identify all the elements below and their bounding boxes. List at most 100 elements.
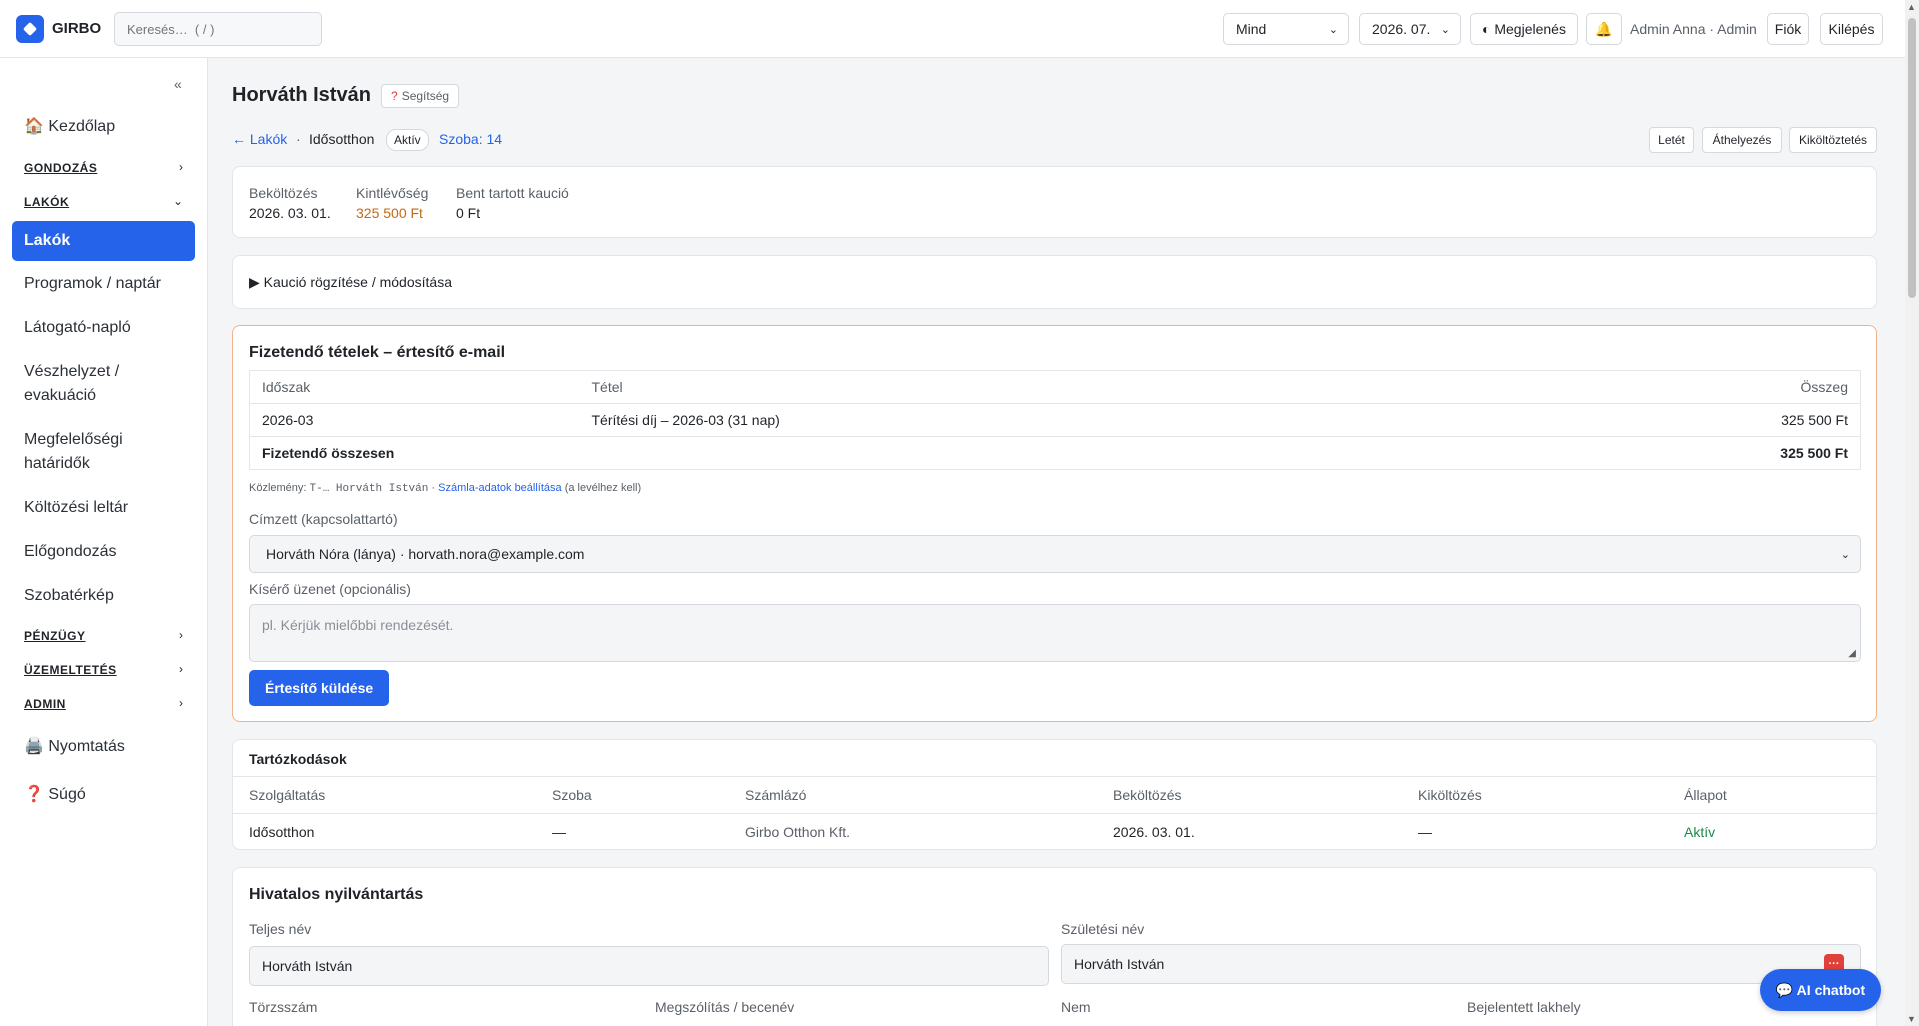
sidebar: « 🏠 Kezdőlap GONDOZÁS › LAKÓK ⌄ Lakók Pr… [0,58,208,1026]
collapse-sidebar-icon[interactable]: « [174,76,182,92]
message-textarea[interactable]: pl. Kérjük mielőbbi rendezését. ◢ [249,604,1861,662]
chevron-down-icon[interactable]: ⌄ [173,194,183,208]
filter-select[interactable]: Mind ⌄ [1223,13,1349,45]
sidebar-item-pre-care[interactable]: Előgondozás [24,540,184,564]
column-header: Állapot [1668,776,1876,814]
stays-table: Szolgáltatás Szoba Számlázó Beköltözés K… [233,776,1876,851]
bell-icon[interactable]: 🔔 [1586,13,1622,45]
date-select[interactable]: 2026. 07. ⌄ [1359,13,1461,45]
movein-label: Beköltözés [249,185,318,201]
sidebar-section-care[interactable]: GONDOZÁS [24,161,97,175]
period-cell: 2026-03 [249,403,580,437]
sidebar-section-admin[interactable]: ADMIN [24,697,66,711]
move-out-cell: — [1402,813,1668,851]
sidebar-section-finance[interactable]: PÉNZÜGY [24,629,86,643]
send-notice-button[interactable]: Értesítő küldése [249,670,390,706]
room-cell: — [536,813,729,851]
sidebar-item-moving-inventory[interactable]: Költözési leltár [24,496,184,520]
sidebar-item-compliance[interactable]: Megfelelőségi határidők [24,428,184,476]
user-info: Admin Anna · Admin [1630,21,1757,37]
registry-title: Hivatalos nyilvántartás [249,886,424,903]
status-cell: Aktív [1668,813,1876,851]
column-header: Szolgáltatás [233,776,536,814]
payables-table: Időszak Tétel Összeg 2026-03 Térítési dí… [249,370,1861,470]
question-icon: ? [391,89,398,103]
logout-button[interactable]: Kilépés [1820,13,1883,45]
account-button[interactable]: Fiók [1767,13,1809,45]
search-input[interactable] [114,12,322,46]
chevron-right-icon[interactable]: › [179,696,183,710]
payables-title: Fizetendő tételek – értesítő e-mail [249,344,506,361]
scroll-thumb[interactable] [1908,18,1916,298]
reference-code: T-… Horváth István [309,483,429,495]
payment-reference-note: Közlemény: T-… Horváth István · Számla-a… [249,482,642,495]
sidebar-item-visitors[interactable]: Látogató-napló [24,316,184,340]
column-header: Időszak [249,370,580,404]
total-value: 325 500 Ft [1780,445,1848,461]
page-scrollbar[interactable]: ▲ ▼ [1905,0,1919,1026]
stays-title: Tartózkodások [249,751,347,767]
room-link[interactable]: Szoba: 14 [439,131,502,147]
nickname-label: Megszólítás / becenév [655,999,795,1015]
move-out-button[interactable]: Kiköltöztetés [1789,127,1877,153]
sidebar-item-help[interactable]: ❓ Súgó [24,784,86,804]
deposit-button[interactable]: Letét [1649,127,1694,153]
payables-card: Fizetendő tételek – értesítő e-mail Idős… [232,325,1877,722]
scroll-up-icon[interactable]: ▲ [1907,2,1916,12]
biller-cell: Girbo Otthon Kft. [729,813,1097,851]
help-button[interactable]: ? Segítség [381,84,460,108]
top-bar: GIRBO Mind ⌄ 2026. 07. ⌄ ◐ Megjelenés 🔔 … [0,0,1905,58]
deposit-expander[interactable]: ▶ Kaució rögzítése / módosítása [232,255,1877,309]
sidebar-item-emergency[interactable]: Vészhelyzet / evakuáció [24,360,184,408]
back-to-residents-link[interactable]: ← Lakók [232,131,287,147]
status-badge: Aktív [386,129,429,151]
total-row: Fizetendő összesen 325 500 Ft [250,437,1861,470]
column-header: Tétel [579,370,1473,404]
brand-name[interactable]: GIRBO [52,20,101,37]
column-header: Összeg [1472,370,1861,404]
birth-name-input[interactable]: Horváth István ··· [1061,944,1861,984]
ai-chatbot-button[interactable]: 💬 AI chatbot [1760,969,1881,1011]
recipient-select[interactable]: Horváth Nóra (lánya) · horvath.nora@exam… [249,535,1861,573]
move-in-cell: 2026. 03. 01. [1097,813,1402,851]
table-header: Szolgáltatás Szoba Számlázó Beköltözés K… [233,776,1876,814]
table-row: 2026-03 Térítési díj – 2026-03 (31 nap) … [249,403,1861,437]
column-header: Kiköltözés [1402,776,1668,814]
page-title: Horváth István [232,84,371,106]
sidebar-item-home[interactable]: 🏠 Kezdőlap [24,116,115,136]
sidebar-section-residents[interactable]: LAKÓK [24,195,69,209]
table-header: Időszak Tétel Összeg [249,370,1861,404]
chevron-right-icon[interactable]: › [179,160,183,174]
table-row[interactable]: Idősotthon — Girbo Otthon Kft. 2026. 03.… [233,813,1876,851]
chevron-down-icon: ⌄ [1840,549,1850,561]
full-name-label: Teljes név [249,921,312,937]
sidebar-item-print[interactable]: 🖨️ Nyomtatás [24,736,125,756]
sidebar-item-room-map[interactable]: Szobatérkép [24,584,184,608]
chevron-right-icon[interactable]: › [179,662,183,676]
reg-number-label: Törzsszám [249,999,318,1015]
stays-card: Tartózkodások Szolgáltatás Szoba Számláz… [232,739,1877,851]
birth-name-label: Születési név [1061,921,1145,937]
service-label: Idősotthon [309,131,375,147]
chevron-down-icon: ⌄ [1440,24,1450,36]
logo-icon[interactable] [16,15,44,43]
column-header: Beköltözés [1097,776,1402,814]
appearance-button[interactable]: ◐ Megjelenés [1470,13,1578,45]
amount-cell: 325 500 Ft [1472,403,1861,437]
deposit-expander-label: ▶ Kaució rögzítése / módosítása [249,274,452,290]
column-header: Számlázó [729,776,1097,814]
full-name-input[interactable]: Horváth István [249,946,1049,986]
breadcrumb-separator: · [296,131,301,147]
service-cell: Idősotthon [233,813,536,851]
sidebar-item-programs[interactable]: Programok / naptár [24,272,184,296]
resize-grip-icon[interactable]: ◢ [1848,648,1856,659]
billing-settings-link[interactable]: Számla-adatok beállítása [438,482,562,494]
outstanding-value: 325 500 Ft [356,205,423,221]
sidebar-item-residents[interactable]: Lakók [12,221,195,261]
transfer-button[interactable]: Áthelyezés [1702,127,1782,153]
deposit-held-value: 0 Ft [456,205,481,221]
chevron-right-icon[interactable]: › [179,628,183,642]
scroll-down-icon[interactable]: ▼ [1907,1014,1916,1024]
gender-label: Nem [1061,999,1091,1015]
sidebar-section-operations[interactable]: ÜZEMELTETÉS [24,663,117,677]
